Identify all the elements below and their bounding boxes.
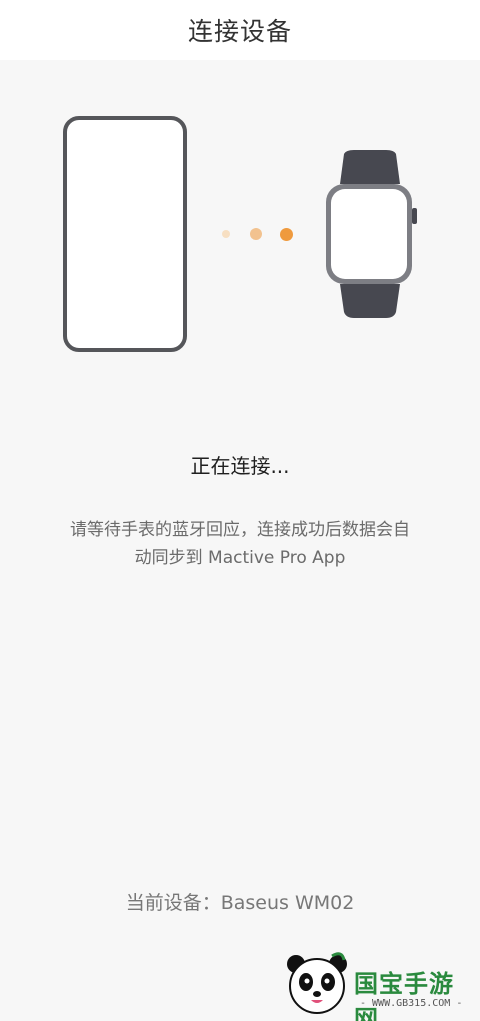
page-title: 连接设备 <box>187 17 292 46</box>
panda-logo-icon <box>287 952 347 1014</box>
watermark-brand: 国宝手游网 <box>354 970 454 1021</box>
description-line-2: 动同步到 Mactive Pro App <box>134 548 346 568</box>
watermark-url: - WWW.GB315.COM - <box>360 998 463 1009</box>
current-device-name: Baseus WM02 <box>220 892 355 914</box>
connection-status: 正在连接... <box>190 454 290 478</box>
header-bar: 连接设备 <box>0 0 480 60</box>
smartwatch-icon <box>326 150 417 318</box>
connecting-dots <box>218 226 298 242</box>
progress-dot-3 <box>280 228 293 241</box>
phone-icon <box>63 116 187 352</box>
site-watermark: 国宝手游网 - WWW.GB315.COM - <box>284 950 476 1021</box>
progress-dot-2 <box>250 228 262 240</box>
description-line-1: 请等待手表的蓝牙回应，连接成功后数据会自 <box>70 520 410 540</box>
current-device-label: 当前设备： <box>125 892 221 914</box>
progress-dot-1 <box>222 230 230 238</box>
connection-description: 请等待手表的蓝牙回应，连接成功后数据会自 动同步到 Mactive Pro Ap… <box>30 516 450 572</box>
current-device: 当前设备：Baseus WM02 <box>0 888 480 915</box>
